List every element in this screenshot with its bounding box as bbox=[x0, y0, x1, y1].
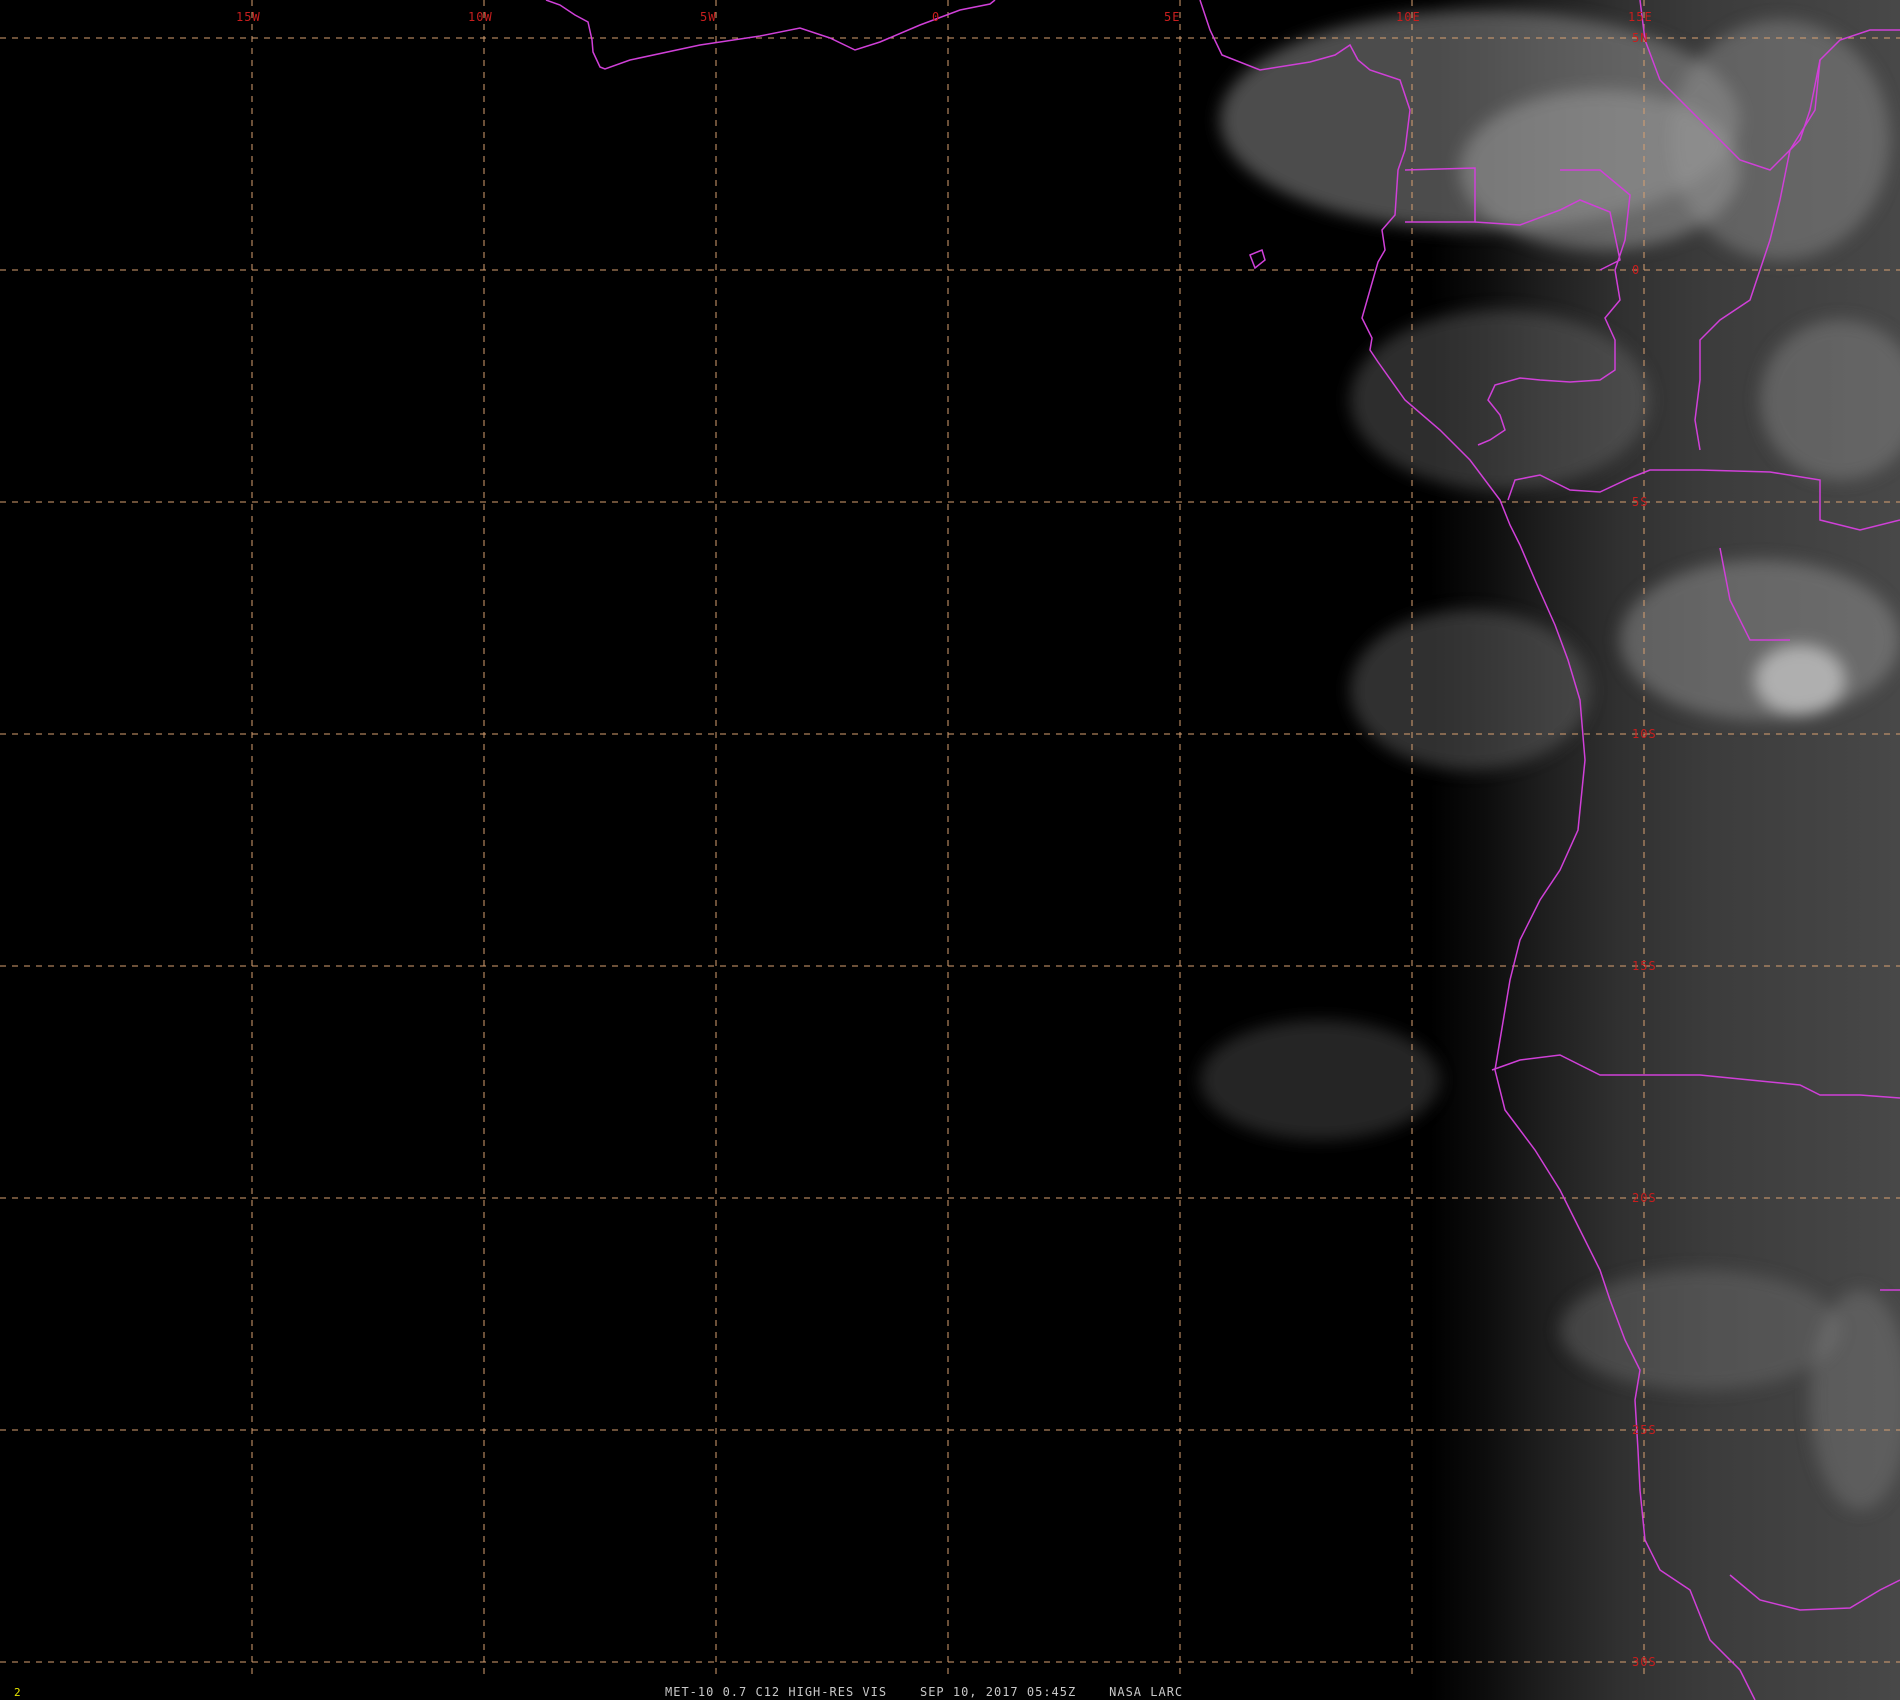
longitude-label: 10W bbox=[468, 10, 493, 24]
latitude-label: 15S bbox=[1632, 959, 1657, 973]
image-caption: MET-10 0.7 C12 HIGH-RES VIS SEP 10, 2017… bbox=[665, 1685, 1184, 1699]
longitude-label: 15E bbox=[1628, 10, 1653, 24]
latitude-label: 30S bbox=[1632, 1655, 1657, 1669]
satellite-map bbox=[0, 0, 1900, 1700]
longitude-label: 15W bbox=[236, 10, 261, 24]
image-footer: 2 MET-10 0.7 C12 HIGH-RES VIS SEP 10, 20… bbox=[0, 1685, 1900, 1700]
latitude-label: 20S bbox=[1632, 1191, 1657, 1205]
latitude-label: 5S bbox=[1632, 495, 1649, 509]
frame-number: 2 bbox=[14, 1686, 22, 1699]
latitude-label: 10S bbox=[1632, 727, 1657, 741]
latitude-label: 25S bbox=[1632, 1423, 1657, 1437]
longitude-label: 0 bbox=[932, 10, 941, 24]
latitude-label: 5N bbox=[1632, 31, 1649, 45]
longitude-label: 10E bbox=[1396, 10, 1421, 24]
latitude-label: 0 bbox=[1632, 263, 1641, 277]
longitude-label: 5E bbox=[1164, 10, 1181, 24]
longitude-label: 5W bbox=[700, 10, 717, 24]
